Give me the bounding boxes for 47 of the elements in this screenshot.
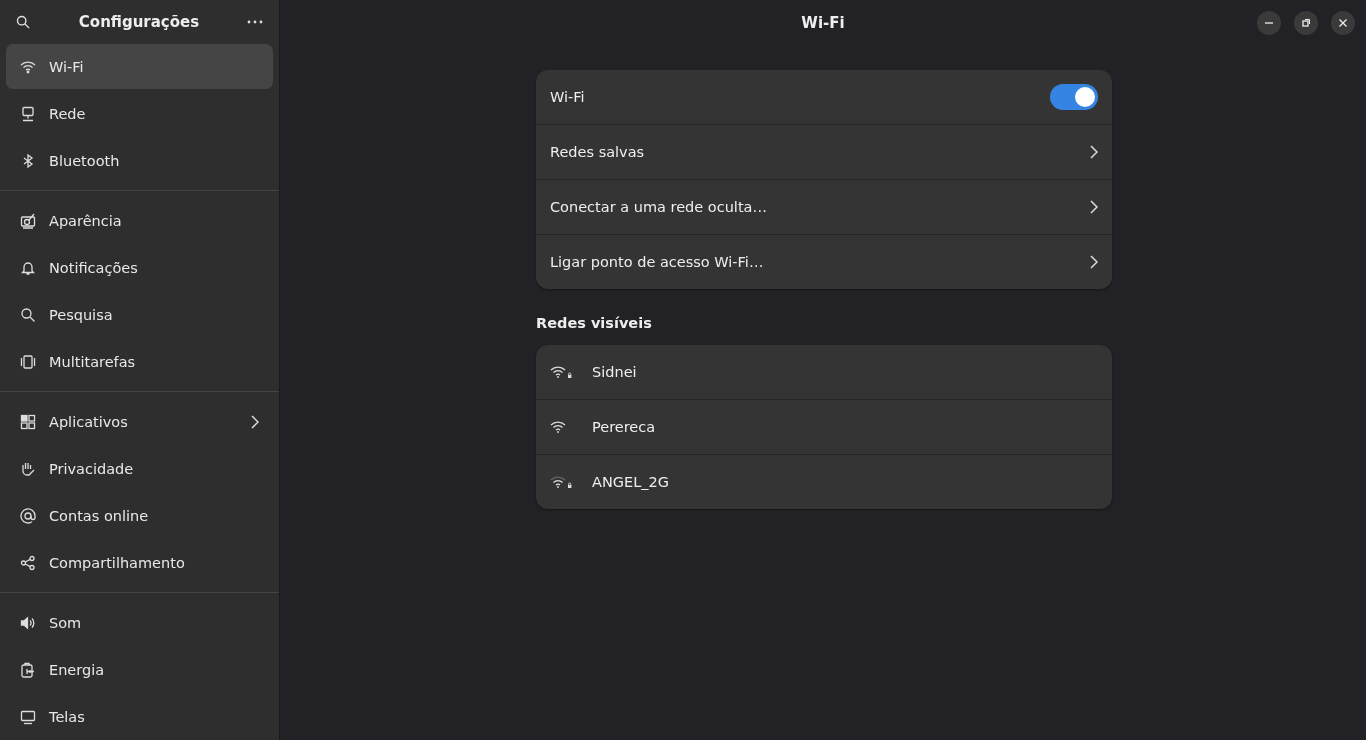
- sidebar-item[interactable]: Pesquisa: [6, 292, 273, 337]
- sidebar-title: Configurações: [78, 12, 200, 31]
- menu-icon: [247, 19, 263, 24]
- sidebar-item[interactable]: Compartilhamento: [6, 540, 273, 585]
- search-icon: [20, 306, 36, 323]
- monitor-icon: [20, 708, 36, 725]
- network-row[interactable]: Perereca: [536, 399, 1112, 454]
- close-icon: [1338, 18, 1348, 28]
- link-row[interactable]: Ligar ponto de acesso Wi-Fi…: [536, 234, 1112, 289]
- switch-row[interactable]: Wi-Fi: [536, 70, 1112, 124]
- chevron-icon: [1090, 145, 1098, 159]
- section-heading: Redes visíveis: [536, 315, 653, 331]
- network-row[interactable]: Sidnei: [536, 345, 1112, 399]
- sidebar-item[interactable]: Multitarefas: [6, 339, 273, 384]
- maximize-button[interactable]: [1294, 11, 1318, 35]
- sidebar-item[interactable]: Contas online: [6, 493, 273, 538]
- appearance-icon: [20, 212, 36, 229]
- toggle-switch[interactable]: [1050, 84, 1098, 110]
- chevron-icon: [1090, 200, 1098, 214]
- apps-icon: [20, 413, 36, 430]
- bell-icon: [20, 259, 36, 276]
- sidebar-item[interactable]: Bluetooth: [6, 138, 273, 183]
- sidebar-item[interactable]: Wi-Fi: [6, 44, 273, 89]
- sidebar-item[interactable]: Aplicativos: [6, 399, 273, 444]
- minimize-button[interactable]: [1257, 11, 1281, 35]
- link-row[interactable]: Redes salvas: [536, 124, 1112, 179]
- sidebar-item[interactable]: Aparência: [6, 198, 273, 243]
- network-row[interactable]: ANGEL_2G: [536, 454, 1112, 509]
- restore-icon: [1301, 18, 1311, 28]
- sidebar-item[interactable]: Energia: [6, 647, 273, 692]
- share-icon: [20, 554, 36, 571]
- at-sign-icon: [20, 507, 36, 524]
- sidebar-item[interactable]: Som: [6, 600, 273, 645]
- sidebar-item[interactable]: Rede: [6, 91, 273, 136]
- link-row[interactable]: Conectar a uma rede oculta…: [536, 179, 1112, 234]
- sidebar-item[interactable]: Notificações: [6, 245, 273, 290]
- multitask-icon: [20, 353, 36, 370]
- close-button[interactable]: [1331, 11, 1355, 35]
- search-icon: [16, 14, 30, 29]
- sidebar-item[interactable]: Privacidade: [6, 446, 273, 491]
- network-icon: [20, 105, 36, 122]
- hand-icon: [20, 460, 36, 477]
- battery-icon: [20, 661, 36, 678]
- speaker-icon: [20, 614, 36, 631]
- chevron-icon: [1090, 255, 1098, 269]
- sidebar-item[interactable]: Telas: [6, 694, 273, 739]
- window-title: Wi-Fi: [801, 14, 845, 32]
